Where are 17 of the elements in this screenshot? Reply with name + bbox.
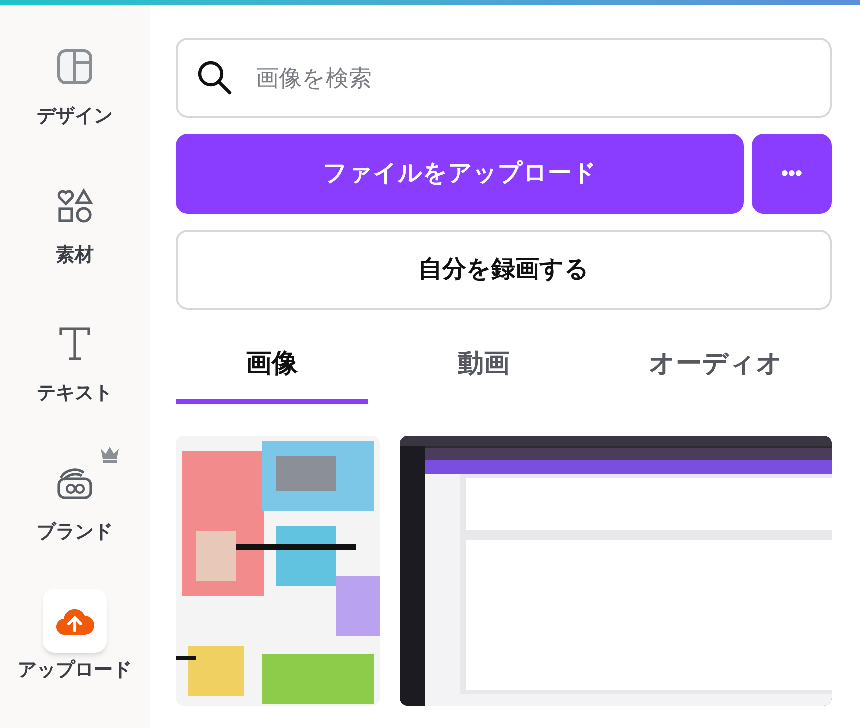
record-yourself-button[interactable]: 自分を録画する <box>176 230 832 310</box>
more-options-button[interactable]: ••• <box>752 134 832 214</box>
media-tab[interactable]: オーディオ <box>600 338 832 404</box>
sidebar-label[interactable]: ブランド <box>37 518 113 548</box>
search-icon <box>196 59 234 97</box>
sidebar-label[interactable]: 素材 <box>56 242 94 270</box>
sidebar-label[interactable]: デザイン <box>37 103 113 132</box>
media-tab[interactable]: 画像 <box>176 338 368 404</box>
sidebar-item-icon-tile[interactable] <box>43 589 107 654</box>
text-icon <box>58 326 92 362</box>
media-tab[interactable]: 動画 <box>368 338 600 404</box>
sidebar-label[interactable]: テキスト <box>37 380 113 409</box>
upload-file-button[interactable]: ファイルをアップロード <box>176 134 744 214</box>
shapes-icon <box>57 188 93 224</box>
search-field[interactable]: 画像を検索 <box>176 38 832 118</box>
layout-icon <box>57 49 93 85</box>
sidebar-label[interactable]: アップロード <box>18 657 132 686</box>
